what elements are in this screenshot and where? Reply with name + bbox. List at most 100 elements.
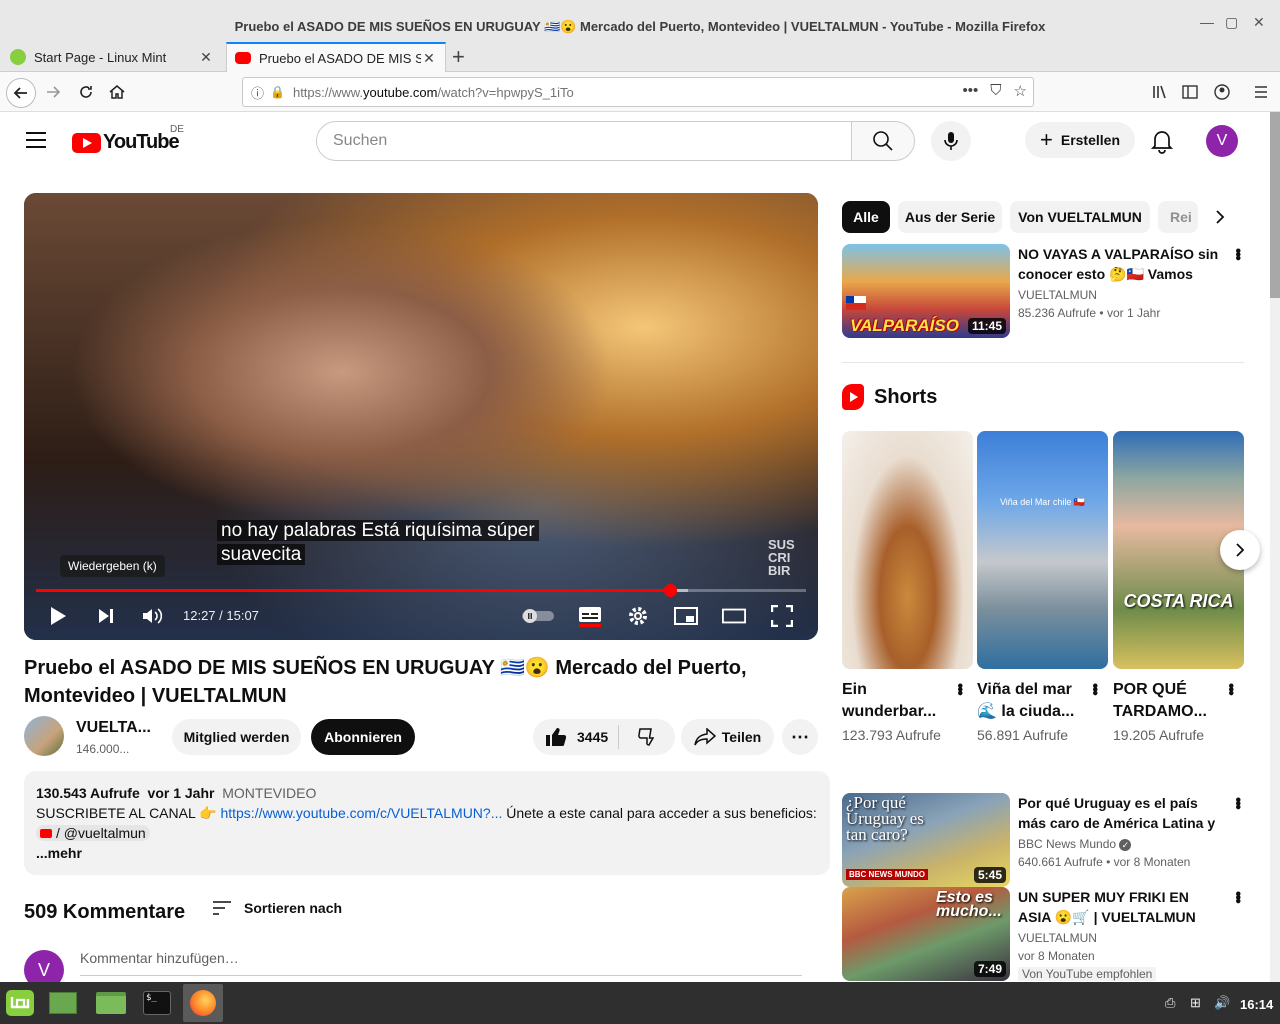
close-tab-icon[interactable]: ✕ bbox=[421, 50, 437, 67]
home-icon[interactable] bbox=[105, 80, 129, 104]
short-title[interactable]: Viña del mar 🌊 la ciuda... bbox=[977, 679, 1077, 723]
next-icon[interactable] bbox=[94, 604, 118, 628]
more-options-icon[interactable]: ••• bbox=[1228, 891, 1246, 902]
video-player[interactable]: no hay palabras Está riquísima súper sua… bbox=[24, 193, 818, 640]
tab-youtube-video[interactable]: Pruebo el ASADO DE MIS SUEÑOS ✕ bbox=[226, 42, 446, 72]
clock[interactable]: 16:14 bbox=[1240, 997, 1273, 1012]
terminal-icon[interactable]: $_ bbox=[140, 987, 174, 1019]
miniplayer-icon[interactable] bbox=[674, 604, 698, 628]
reload-icon[interactable] bbox=[74, 80, 98, 104]
channel-handle[interactable]: / @vueltalmun bbox=[36, 825, 150, 841]
back-icon[interactable] bbox=[6, 78, 36, 108]
video-title[interactable]: UN SUPER MUY FRIKI EN ASIA 😮🛒 | VUELTALM… bbox=[1018, 887, 1222, 927]
chip-partial[interactable]: Rei bbox=[1158, 201, 1198, 233]
minimize-icon[interactable]: — bbox=[1200, 14, 1214, 30]
close-icon[interactable]: ✕ bbox=[1253, 14, 1265, 31]
subscribe-button[interactable]: Abonnieren bbox=[311, 719, 415, 755]
library-icon[interactable] bbox=[1148, 80, 1172, 104]
recommended-video[interactable]: ¿Por qué Uruguay es tan caro? BBC NEWS M… bbox=[842, 793, 1246, 887]
more-options-icon[interactable]: ••• bbox=[1221, 683, 1239, 694]
close-tab-icon[interactable]: ✕ bbox=[198, 49, 214, 66]
short-item[interactable]: Ein wunderbar... 123.793 Aufrufe ••• bbox=[842, 431, 973, 743]
theater-mode-icon[interactable] bbox=[722, 604, 746, 628]
more-options-icon[interactable]: ••• bbox=[1228, 797, 1246, 808]
location-tag[interactable]: MONTEVIDEO bbox=[222, 785, 316, 801]
autoplay-toggle[interactable] bbox=[520, 604, 556, 628]
short-title[interactable]: POR QUÉ TARDAMO... bbox=[1113, 679, 1213, 723]
info-icon[interactable]: ⓘ bbox=[251, 83, 264, 102]
sort-comments-button[interactable]: Sortieren nach bbox=[212, 900, 342, 916]
address-bar[interactable]: ⓘ 🔒 https://www. youtube.com/watch?v=hpwp… bbox=[242, 77, 1034, 107]
chile-flag-icon bbox=[846, 296, 866, 310]
video-title[interactable]: NO VAYAS A VALPARAÍSO sin conocer esto 🤔… bbox=[1018, 244, 1222, 284]
sidebar-icon[interactable] bbox=[1178, 80, 1202, 104]
video-thumbnail[interactable]: ¿Por qué Uruguay es tan caro? BBC NEWS M… bbox=[842, 793, 1010, 887]
lock-icon[interactable]: 🔒 bbox=[270, 85, 285, 99]
account-avatar[interactable]: V bbox=[1206, 125, 1238, 157]
video-title[interactable]: Por qué Uruguay es el país más caro de A… bbox=[1018, 793, 1222, 833]
account-icon[interactable] bbox=[1210, 80, 1234, 104]
show-more-button[interactable]: ...mehr bbox=[36, 843, 818, 863]
channel-name[interactable]: BBC News Mundo ✓ bbox=[1018, 837, 1132, 851]
bookmark-star-icon[interactable]: ☆ bbox=[1014, 82, 1027, 100]
player-controls: 12:27 / 15:07 bbox=[24, 592, 818, 640]
short-item[interactable]: Viña del Mar chile 🇨🇱 Viña del mar 🌊 la … bbox=[977, 431, 1108, 743]
pocket-icon[interactable]: ⛉ bbox=[990, 82, 1001, 100]
volume-icon[interactable] bbox=[141, 604, 165, 628]
channel-name[interactable]: VUELTALMUN bbox=[1018, 288, 1097, 302]
short-title[interactable]: Ein wunderbar... bbox=[842, 679, 942, 723]
more-options-icon[interactable]: ••• bbox=[1228, 248, 1246, 259]
channel-avatar[interactable] bbox=[24, 716, 64, 756]
shorts-next-chevron-icon[interactable] bbox=[1220, 530, 1260, 570]
new-tab-icon[interactable]: + bbox=[452, 44, 465, 70]
files-folder-icon[interactable] bbox=[94, 987, 128, 1019]
more-options-icon[interactable]: ••• bbox=[1085, 683, 1103, 694]
maximize-icon[interactable]: ▢ bbox=[1225, 14, 1238, 31]
guide-menu-icon[interactable] bbox=[26, 132, 46, 148]
voice-search-button[interactable] bbox=[931, 121, 971, 161]
chip-all[interactable]: Alle bbox=[842, 201, 890, 233]
recommended-video[interactable]: Esto es mucho... 7:49 UN SUPER MUY FRIKI… bbox=[842, 887, 1246, 981]
channel-name[interactable]: VUELTA... bbox=[76, 719, 151, 737]
share-button[interactable]: Teilen bbox=[681, 719, 774, 755]
channel-name[interactable]: VUELTALMUN bbox=[1018, 931, 1097, 945]
create-button[interactable]: + Erstellen bbox=[1025, 122, 1135, 158]
hamburger-menu-icon[interactable] bbox=[1249, 80, 1273, 104]
dislike-button[interactable] bbox=[619, 727, 675, 747]
notifications-bell-icon[interactable] bbox=[1150, 128, 1178, 156]
description-box[interactable]: 130.543 Aufrufe vor 1 Jahr MONTEVIDEO SU… bbox=[24, 771, 830, 875]
youtube-logo[interactable]: YouTube DE bbox=[72, 124, 184, 154]
network-icon[interactable]: ⊞ bbox=[1190, 995, 1201, 1011]
page-actions-icon[interactable]: ••• bbox=[963, 82, 979, 100]
search-button[interactable] bbox=[851, 121, 915, 161]
scrollbar-thumb[interactable] bbox=[1270, 112, 1280, 298]
channel-link[interactable]: https://www.youtube.com/c/VUELTALMUN?... bbox=[220, 805, 502, 821]
recommended-video[interactable]: VALPARAÍSO 11:45 NO VAYAS A VALPARAÍSO s… bbox=[842, 244, 1246, 338]
volume-tray-icon[interactable]: 🔊 bbox=[1214, 995, 1230, 1011]
mint-menu-icon[interactable] bbox=[3, 987, 37, 1019]
short-thumbnail[interactable] bbox=[842, 431, 973, 669]
short-thumbnail[interactable]: Viña del Mar chile 🇨🇱 bbox=[977, 431, 1108, 669]
video-thumbnail[interactable]: Esto es mucho... 7:49 bbox=[842, 887, 1010, 981]
chip-from-series[interactable]: Aus der Serie bbox=[898, 201, 1002, 233]
subscribe-watermark[interactable]: SUS CRI BIR bbox=[768, 538, 804, 577]
play-icon[interactable] bbox=[46, 604, 70, 628]
subtitles-icon[interactable] bbox=[578, 604, 602, 628]
join-button[interactable]: Mitglied werden bbox=[172, 719, 301, 755]
tab-label: Start Page - Linux Mint bbox=[34, 49, 167, 65]
video-thumbnail[interactable]: VALPARAÍSO 11:45 bbox=[842, 244, 1010, 338]
more-options-icon[interactable]: ••• bbox=[950, 683, 968, 694]
show-desktop-icon[interactable] bbox=[46, 987, 80, 1019]
settings-gear-icon[interactable] bbox=[626, 604, 650, 628]
more-actions-icon[interactable]: ⋯ bbox=[782, 719, 818, 755]
chip-from-channel[interactable]: Von VUELTALMUN bbox=[1010, 201, 1150, 233]
like-button[interactable]: 3445 bbox=[533, 725, 619, 749]
firefox-taskbar-icon[interactable] bbox=[183, 984, 223, 1022]
add-comment-input[interactable]: Kommentar hinzufügen… bbox=[80, 950, 802, 976]
forward-icon[interactable] bbox=[41, 80, 65, 104]
search-input[interactable]: Suchen bbox=[316, 121, 852, 161]
tab-start-page[interactable]: Start Page - Linux Mint ✕ bbox=[2, 42, 222, 72]
fullscreen-icon[interactable] bbox=[770, 604, 794, 628]
printer-icon[interactable]: ⎙ bbox=[1165, 995, 1175, 1011]
chevron-right-icon[interactable] bbox=[1206, 203, 1234, 231]
